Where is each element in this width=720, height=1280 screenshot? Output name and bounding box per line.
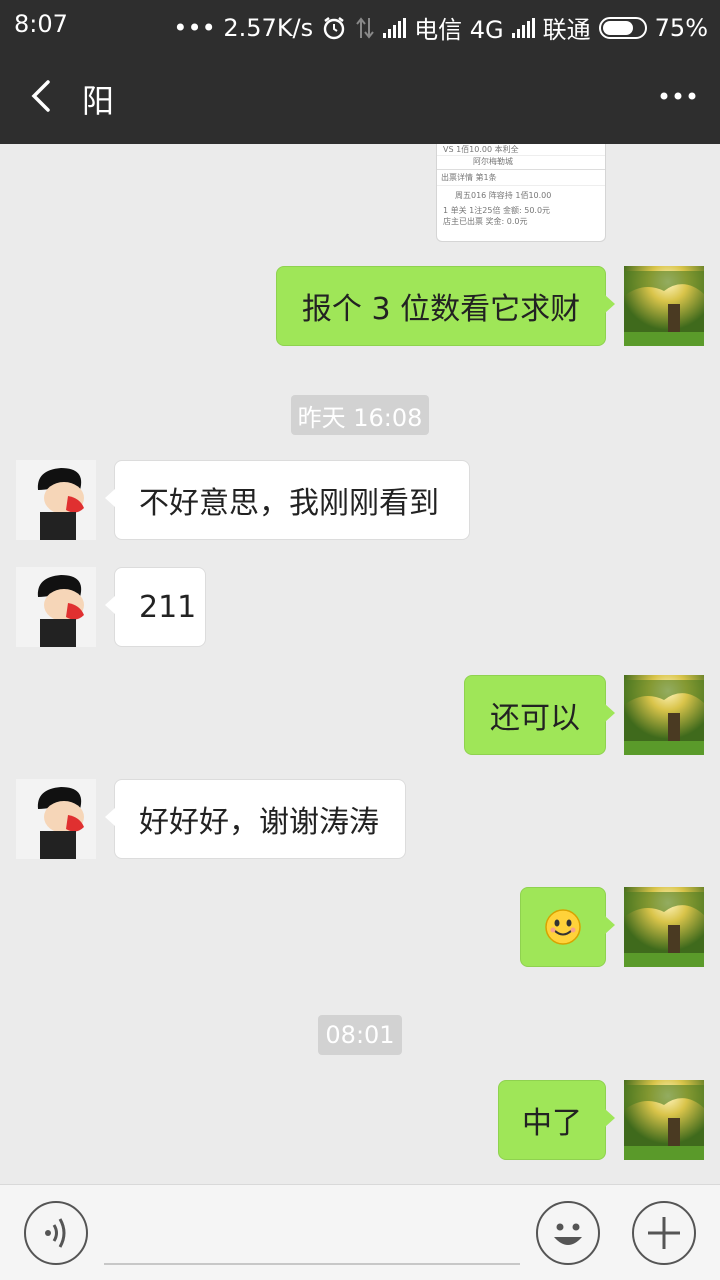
smile-emoji-icon bbox=[545, 909, 581, 945]
contact-avatar[interactable] bbox=[16, 779, 96, 859]
emoji-icon bbox=[554, 1223, 582, 1245]
message-row bbox=[0, 887, 720, 967]
voice-button[interactable] bbox=[24, 1201, 88, 1265]
back-button[interactable] bbox=[22, 74, 66, 118]
message-list[interactable]: VS 1佰10.00 本利全 阿尔梅勒城 出票详情 第1条 周五016 阵容持 … bbox=[0, 144, 720, 1184]
status-bar: 8:07 ••• 2.57K/s 电信 4G 联通 75% bbox=[0, 0, 720, 50]
screenshot-line: 阿尔梅勒城 bbox=[437, 156, 605, 170]
carrier-2: 联通 bbox=[542, 16, 591, 44]
input-bar bbox=[0, 1184, 720, 1280]
message-bubble[interactable] bbox=[520, 887, 615, 967]
message-bubble[interactable]: 好好好，谢谢涛涛 bbox=[105, 779, 406, 859]
signal-icon bbox=[383, 17, 407, 38]
screenshot-line: 店主已出票 奖金: 0.0元 bbox=[443, 217, 528, 226]
screenshot-line: 1 单关 1注25倍 金额: 50.0元 bbox=[443, 206, 551, 215]
message-bubble[interactable]: 不好意思，我刚刚看到 bbox=[105, 460, 470, 540]
emoji-button[interactable] bbox=[536, 1201, 600, 1265]
voice-icon bbox=[45, 1218, 66, 1248]
chevron-left-icon bbox=[31, 80, 50, 112]
screenshot-line: VS 1佰10.00 本利全 bbox=[437, 144, 605, 156]
timestamp: 昨天 16:08 bbox=[291, 395, 429, 435]
battery-icon bbox=[598, 16, 647, 39]
message-bubble[interactable]: 中了 bbox=[498, 1080, 615, 1160]
my-avatar[interactable] bbox=[624, 675, 704, 755]
my-avatar[interactable] bbox=[624, 887, 704, 967]
screenshot-line: 出票详情 第1条 bbox=[437, 170, 605, 186]
message-row: 中了 bbox=[0, 1080, 720, 1160]
contact-avatar[interactable] bbox=[16, 460, 96, 540]
data-transfer-icon bbox=[356, 16, 374, 39]
more-functions-button[interactable] bbox=[632, 1201, 696, 1265]
contact-avatar[interactable] bbox=[16, 567, 96, 647]
signal-icon-2 bbox=[511, 17, 535, 38]
message-row: 好好好，谢谢涛涛 bbox=[0, 779, 720, 859]
message-row: 不好意思，我刚刚看到 bbox=[0, 460, 720, 540]
my-avatar[interactable] bbox=[624, 1080, 704, 1160]
more-options-button[interactable] bbox=[654, 76, 702, 116]
timestamp: 08:01 bbox=[318, 1015, 402, 1055]
network-speed: ••• 2.57K/s bbox=[173, 13, 314, 42]
chat-header: 阳 bbox=[0, 50, 720, 144]
carrier-1: 电信 4G bbox=[414, 16, 504, 44]
more-icon bbox=[660, 92, 696, 100]
message-bubble[interactable]: 211 bbox=[105, 567, 206, 647]
message-input[interactable] bbox=[104, 1201, 520, 1265]
message-row: 报个 3 位数看它求财 bbox=[0, 266, 720, 346]
message-bubble[interactable]: 还可以 bbox=[464, 675, 615, 755]
status-time: 8:07 bbox=[14, 10, 68, 38]
shared-screenshot-image[interactable]: VS 1佰10.00 本利全 阿尔梅勒城 出票详情 第1条 周五016 阵容持 … bbox=[436, 144, 606, 242]
battery-level: 75% bbox=[654, 13, 708, 42]
my-avatar[interactable] bbox=[624, 266, 704, 346]
message-row: 还可以 bbox=[0, 675, 720, 755]
plus-icon bbox=[648, 1217, 680, 1249]
chat-title: 阳 bbox=[82, 82, 115, 120]
alarm-icon bbox=[323, 16, 345, 39]
message-row: 211 bbox=[0, 567, 720, 647]
screenshot-line: 周五016 阵容持 1佰10.00 bbox=[455, 191, 552, 200]
message-bubble[interactable]: 报个 3 位数看它求财 bbox=[276, 266, 615, 346]
